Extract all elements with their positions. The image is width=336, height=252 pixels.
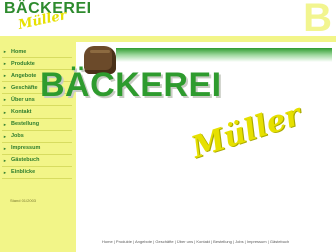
- arrow-icon: ►: [3, 121, 7, 127]
- green-banner: [116, 48, 332, 62]
- sidebar-item-label: Kontakt: [11, 109, 32, 116]
- page-title: BÄCKEREI: [40, 66, 222, 104]
- sidebar-item-jobs[interactable]: ► Jobs: [2, 131, 72, 143]
- sidebar-item-label: Jobs: [11, 133, 24, 140]
- arrow-icon: ►: [3, 169, 7, 175]
- sidebar-item-impressum[interactable]: ► Impressum: [2, 143, 72, 155]
- sidebar-item-gaestebuch[interactable]: ► Gästebuch: [2, 155, 72, 167]
- arrow-icon: ►: [3, 145, 7, 151]
- bread-crust: [90, 50, 110, 53]
- sidebar-item-bestellung[interactable]: ► Bestellung: [2, 119, 72, 131]
- sidebar-footer: Stand 01/2003: [10, 198, 37, 203]
- arrow-icon: ►: [3, 97, 7, 103]
- arrow-icon: ►: [3, 157, 7, 163]
- arrow-icon: ►: [3, 133, 7, 139]
- arrow-icon: ►: [3, 85, 7, 91]
- sidebar-item-label: Über uns: [11, 96, 35, 103]
- arrow-icon: ►: [3, 49, 7, 55]
- sidebar-item-label: Geschäfte: [11, 84, 38, 91]
- footer-nav[interactable]: Home | Produkte | Angebote | Geschäfte |…: [102, 239, 334, 244]
- sidebar-item-label: Produkte: [11, 60, 35, 67]
- sidebar-item-einblicke[interactable]: ► Einblicke: [2, 167, 72, 180]
- arrow-icon: ►: [3, 109, 7, 115]
- sidebar-item-label: Gästebuch: [11, 157, 40, 164]
- sidebar-item-label: Angebote: [11, 72, 37, 79]
- header: BÄCKEREI Müller B: [0, 0, 336, 40]
- sidebar-item-kontakt[interactable]: ► Kontakt: [2, 106, 72, 119]
- sidebar-item-home[interactable]: ► Home: [2, 46, 72, 59]
- sidebar-item-label: Home: [11, 48, 27, 55]
- arrow-icon: ►: [3, 73, 7, 79]
- sidebar-item-label: Bestellung: [11, 121, 40, 128]
- corner-letter: B: [303, 0, 332, 40]
- sidebar-item-label: Impressum: [11, 145, 41, 152]
- sidebar-item-label: Einblicke: [11, 169, 36, 176]
- arrow-icon: ►: [3, 61, 7, 67]
